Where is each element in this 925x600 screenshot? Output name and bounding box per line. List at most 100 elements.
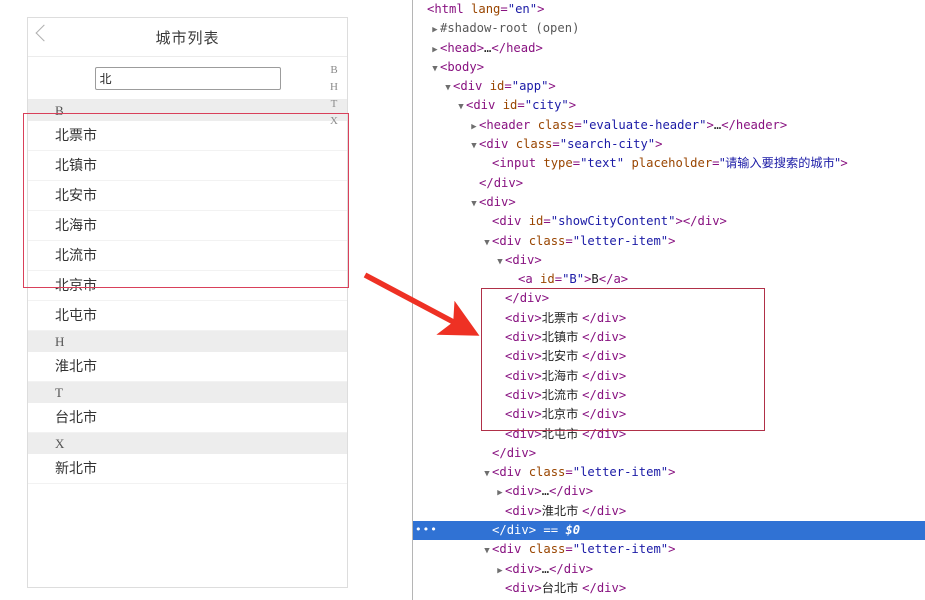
city-list-item[interactable]: 北安市	[28, 181, 347, 211]
dom-node-row[interactable]: </div>	[413, 444, 925, 463]
more-options-icon[interactable]: •••	[415, 524, 438, 535]
dom-node-row[interactable]: <div class="letter-item">	[413, 463, 925, 482]
dom-node-row[interactable]: <div class="letter-item">	[413, 232, 925, 251]
dom-node-row[interactable]: <body>	[413, 58, 925, 77]
dom-node-row[interactable]: <div id="showCityContent"></div>	[413, 212, 925, 231]
city-list-item[interactable]: 台北市	[28, 403, 347, 433]
dom-node-row[interactable]: <div>北镇市 </div>	[413, 328, 925, 347]
dom-token: >	[528, 523, 537, 538]
dom-token: "evaluate-header"	[581, 117, 707, 132]
dom-token: 北海市	[541, 368, 583, 383]
dom-node-row[interactable]: <div id="city">	[413, 96, 925, 115]
dom-node-row[interactable]: </div>	[413, 174, 925, 193]
city-list-item[interactable]: 北票市	[28, 121, 347, 151]
dom-token: div	[596, 310, 619, 325]
dom-token: B	[591, 272, 599, 287]
alphabet-index-letter[interactable]: T	[331, 96, 338, 113]
dom-node-row[interactable]: <div>…</div>	[413, 482, 925, 501]
dom-token: div	[596, 407, 619, 422]
city-list-scroll[interactable]: B 北票市 北镇市 北安市 北海市 北流市 北京市 北屯市 H 淮北市 T 台北市 X 新北市	[28, 100, 347, 587]
dom-node-row-selected[interactable]: ••• </div> == $0	[413, 521, 925, 541]
dom-node-row[interactable]: <div>	[413, 251, 925, 270]
dom-token: >	[585, 484, 594, 499]
dom-token: >	[534, 387, 542, 402]
city-list-item[interactable]: 北屯市	[28, 301, 347, 331]
dom-node-row[interactable]: <div>台北市 </div>	[413, 579, 925, 598]
dom-token: div	[596, 387, 619, 402]
city-list-item[interactable]: 北海市	[28, 211, 347, 241]
dom-node-row[interactable]: <div>淮北市 </div>	[413, 502, 925, 521]
dom-token: div	[697, 214, 720, 229]
dom-token: div	[512, 580, 535, 595]
dom-token: >	[618, 503, 627, 518]
alphabet-index-letter[interactable]: H	[330, 79, 338, 96]
dom-token: </	[582, 349, 597, 364]
dom-node-row[interactable]: <div class="letter-item">	[413, 540, 925, 559]
dom-node-row[interactable]: <div>北安市 </div>	[413, 347, 925, 366]
city-list-item[interactable]: 淮北市	[28, 352, 347, 382]
search-input[interactable]	[94, 66, 281, 90]
dom-token: class	[528, 233, 566, 248]
dom-token: #shadow-root (open)	[440, 21, 580, 36]
dom-token: head	[447, 40, 477, 55]
dom-token: div	[519, 291, 542, 306]
dom-node-row[interactable]: <div id="app">	[413, 77, 925, 96]
dom-node-row[interactable]: <a id="B">B</a>	[413, 270, 925, 289]
dom-node-row[interactable]: <div>北屯市 </div>	[413, 425, 925, 444]
dom-token: </	[479, 175, 494, 190]
city-list-item[interactable]: 北流市	[28, 241, 347, 271]
dom-node-row[interactable]: <div>北票市 </div>	[413, 309, 925, 328]
alphabet-index-letter[interactable]: B	[330, 62, 337, 79]
city-list-item[interactable]: 北镇市	[28, 151, 347, 181]
dom-node-row[interactable]: <div>北海市 </div>	[413, 367, 925, 386]
dom-node-row[interactable]: <input type="text" placeholder="请输入要搜索的城…	[413, 154, 925, 173]
dom-node-row[interactable]: <head>…</head>	[413, 39, 925, 58]
dom-token: >	[779, 117, 788, 132]
dom-tree[interactable]: <html lang="en"> #shadow-root (open) <head…	[413, 0, 925, 600]
city-list-item[interactable]: 新北市	[28, 454, 347, 484]
dom-token: </	[582, 407, 597, 422]
dom-node-row[interactable]: </div>	[413, 289, 925, 308]
devtools-elements-panel[interactable]: <html lang="en"> #shadow-root (open) <head…	[413, 0, 925, 600]
dom-token: </	[582, 580, 597, 595]
dom-token: </	[582, 426, 597, 441]
dom-node-row[interactable]: <div>北京市 </div>	[413, 405, 925, 424]
city-list-item[interactable]: 北京市	[28, 271, 347, 301]
dom-token: >	[534, 252, 542, 267]
dom-token: >	[534, 330, 542, 345]
dom-token: input	[499, 156, 537, 171]
dom-node-row[interactable]: <div>…</div>	[413, 560, 925, 579]
dom-node-row[interactable]: <div>	[413, 193, 925, 212]
search-city-bar	[28, 57, 347, 100]
dom-node-row[interactable]: #shadow-root (open)	[413, 19, 925, 38]
dom-token: id	[502, 98, 518, 113]
dom-token: </	[549, 484, 564, 499]
dom-token: </	[582, 368, 597, 383]
dom-token: div	[512, 407, 535, 422]
dom-token: class	[528, 542, 566, 557]
phone-viewport: 城市列表 B北票市北镇市北安市北海市北流市北京市北屯市H淮北市T台北市X新北市 …	[27, 17, 348, 588]
dom-token: =	[500, 2, 508, 16]
city-groups: B 北票市 北镇市 北安市 北海市 北流市 北京市 北屯市 H 淮北市 T 台北市 X 新北市	[28, 100, 347, 484]
alphabet-index[interactable]: BHTX	[327, 62, 341, 130]
dom-token: div	[499, 233, 522, 248]
dom-node-row[interactable]: <div class="search-city">	[413, 135, 925, 154]
dom-token: "B"	[562, 272, 585, 287]
dom-token: "search-city"	[559, 137, 656, 152]
dom-token: >	[618, 368, 627, 383]
dom-node-row[interactable]: <div>北流市 </div>	[413, 386, 925, 405]
back-chevron-icon[interactable]	[35, 24, 53, 42]
app-header: 城市列表	[28, 18, 347, 57]
dom-token: div	[512, 503, 535, 518]
page-title: 城市列表	[155, 29, 220, 47]
dom-token: div	[512, 387, 535, 402]
alphabet-index-letter[interactable]: X	[330, 113, 338, 130]
dom-token: >	[618, 310, 627, 325]
dom-token: div	[473, 98, 496, 113]
dom-node-row[interactable]: <header class="evaluate-header">…</heade…	[413, 116, 925, 135]
dom-token: >	[568, 98, 577, 113]
dom-token: div	[563, 561, 586, 576]
dom-node-row[interactable]: <html lang="en">	[413, 0, 925, 19]
dom-token: div	[506, 523, 529, 538]
dom-token: >	[508, 194, 516, 209]
